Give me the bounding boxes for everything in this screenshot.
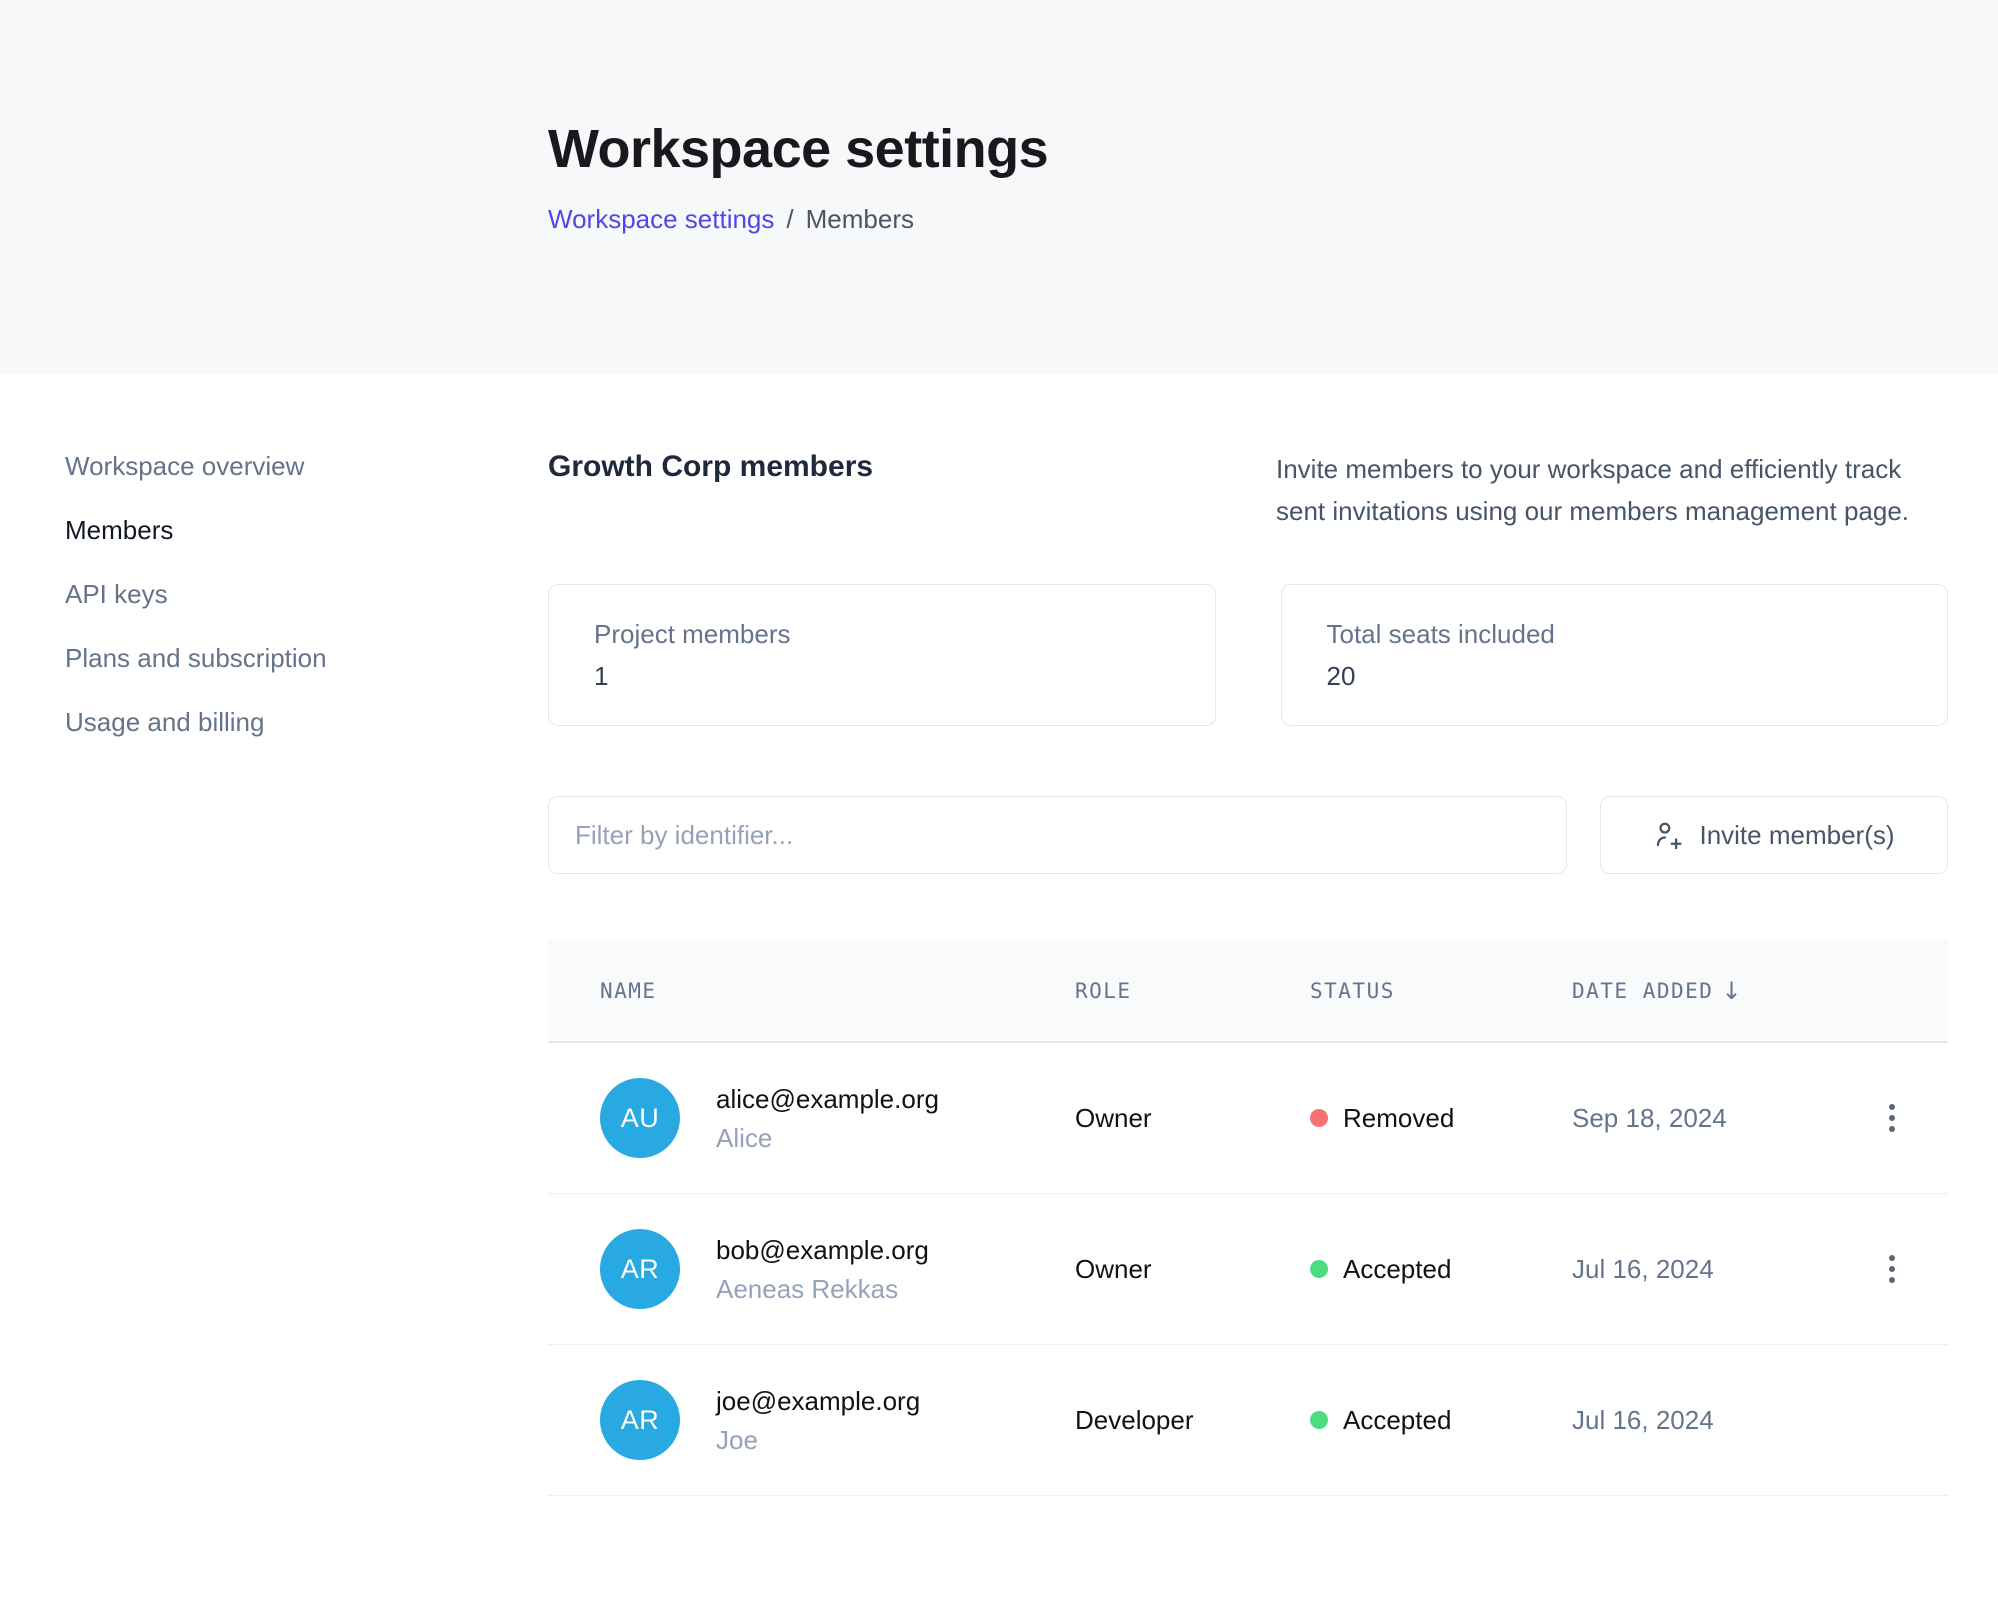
- settings-sidebar: Workspace overview Members API keys Plans a…: [0, 374, 548, 770]
- table-row: AU alice@example.org Alice Owner Removed…: [548, 1043, 1948, 1194]
- content-area: Workspace overview Members API keys Plans a…: [0, 374, 1998, 1496]
- row-menu-button[interactable]: [1881, 1247, 1903, 1291]
- filter-row: Invite member(s): [548, 796, 1948, 874]
- workspace-settings-page: Workspace settings Workspace settings / …: [0, 0, 1998, 1612]
- table-row: AR joe@example.org Joe Developer Accepte…: [548, 1345, 1948, 1496]
- member-role: Owner: [1075, 1254, 1310, 1285]
- stat-label: Project members: [594, 618, 1170, 650]
- member-display-name: Joe: [716, 1423, 920, 1457]
- member-name-cell: AR joe@example.org Joe: [600, 1380, 1075, 1460]
- column-header-role: ROLE: [1075, 979, 1310, 1003]
- sort-descending-icon: ↓: [1721, 977, 1743, 1005]
- member-status: Removed: [1310, 1103, 1572, 1134]
- member-role: Owner: [1075, 1103, 1310, 1134]
- stat-label: Total seats included: [1327, 618, 1903, 650]
- user-plus-icon: [1653, 820, 1683, 850]
- member-email: bob@example.org: [716, 1233, 929, 1267]
- sidebar-item-plans-and-subscription[interactable]: Plans and subscription: [65, 642, 548, 674]
- column-header-date-added[interactable]: DATE ADDED ↓: [1572, 977, 1862, 1005]
- breadcrumb-current: Members: [806, 204, 914, 235]
- status-dot-icon: [1310, 1260, 1328, 1278]
- column-header-name: NAME: [600, 979, 1075, 1003]
- table-header: NAME ROLE STATUS DATE ADDED ↓: [548, 940, 1948, 1043]
- row-menu-button[interactable]: [1881, 1096, 1903, 1140]
- stat-value: 1: [594, 660, 1170, 692]
- page-title: Workspace settings: [548, 118, 1998, 180]
- page-header: Workspace settings Workspace settings / …: [0, 0, 1998, 374]
- member-date-added: Jul 16, 2024: [1572, 1405, 1862, 1436]
- member-display-name: Aeneas Rekkas: [716, 1272, 929, 1306]
- member-email: alice@example.org: [716, 1082, 939, 1116]
- breadcrumb-separator: /: [786, 204, 793, 235]
- breadcrumb: Workspace settings / Members: [548, 204, 1998, 235]
- member-role: Developer: [1075, 1405, 1310, 1436]
- invite-members-label: Invite member(s): [1699, 820, 1894, 851]
- invite-members-button[interactable]: Invite member(s): [1600, 796, 1948, 874]
- sidebar-item-usage-and-billing[interactable]: Usage and billing: [65, 706, 548, 738]
- stat-card: Project members 1: [548, 584, 1216, 726]
- member-display-name: Alice: [716, 1121, 939, 1155]
- filter-input[interactable]: [548, 796, 1567, 874]
- breadcrumb-link-workspace-settings[interactable]: Workspace settings: [548, 204, 774, 235]
- member-status: Accepted: [1310, 1405, 1572, 1436]
- member-name-cell: AU alice@example.org Alice: [600, 1078, 1075, 1158]
- section-intro: Growth Corp members Invite members to yo…: [548, 448, 1948, 532]
- column-header-status: STATUS: [1310, 979, 1572, 1003]
- member-email: joe@example.org: [716, 1384, 920, 1418]
- status-dot-icon: [1310, 1411, 1328, 1429]
- member-status: Accepted: [1310, 1254, 1572, 1285]
- avatar: AR: [600, 1380, 680, 1460]
- stats-row: Project members 1 Total seats included 2…: [548, 584, 1948, 726]
- status-dot-icon: [1310, 1109, 1328, 1127]
- sidebar-item-api-keys[interactable]: API keys: [65, 578, 548, 610]
- section-description: Invite members to your workspace and eff…: [1276, 448, 1948, 532]
- member-date-added: Jul 16, 2024: [1572, 1254, 1862, 1285]
- members-table: NAME ROLE STATUS DATE ADDED ↓ AU alice@e…: [548, 940, 1948, 1496]
- stat-value: 20: [1327, 660, 1903, 692]
- stat-card: Total seats included 20: [1281, 584, 1949, 726]
- sidebar-item-workspace-overview[interactable]: Workspace overview: [65, 450, 548, 482]
- table-body: AU alice@example.org Alice Owner Removed…: [548, 1043, 1948, 1496]
- members-main: Growth Corp members Invite members to yo…: [548, 374, 1948, 1496]
- avatar: AU: [600, 1078, 680, 1158]
- table-row: AR bob@example.org Aeneas Rekkas Owner A…: [548, 1194, 1948, 1345]
- section-title: Growth Corp members: [548, 450, 873, 484]
- member-name-cell: AR bob@example.org Aeneas Rekkas: [600, 1229, 1075, 1309]
- avatar: AR: [600, 1229, 680, 1309]
- member-date-added: Sep 18, 2024: [1572, 1103, 1862, 1134]
- sidebar-item-members[interactable]: Members: [65, 514, 548, 546]
